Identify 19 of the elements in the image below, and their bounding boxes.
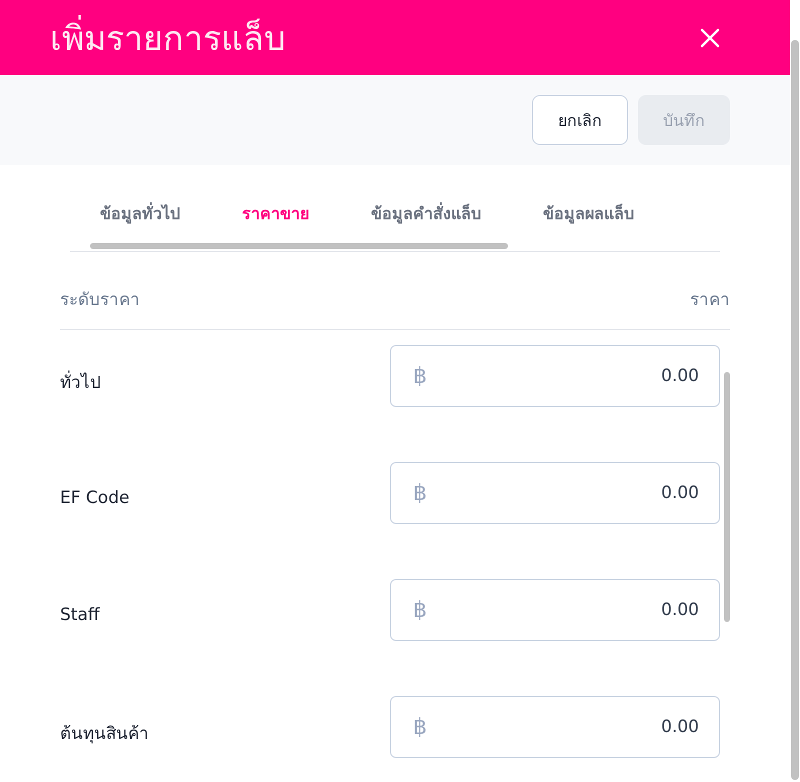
column-header: ราคา bbox=[690, 289, 730, 312]
close-icon[interactable] bbox=[700, 28, 720, 48]
scrollbar[interactable] bbox=[90, 243, 508, 249]
column-header: ระดับราคา bbox=[60, 289, 140, 312]
dialog-title: เพิ่มรายการแล็บ bbox=[50, 10, 286, 64]
price-input-field[interactable]: ฿ 0.00 bbox=[390, 462, 720, 524]
scrollbar[interactable] bbox=[724, 372, 730, 622]
tab[interactable]: ข้อมูลผลแล็บ bbox=[527, 193, 650, 245]
tab[interactable]: ข้อมูลทั่วไป bbox=[84, 193, 196, 245]
price-level-label: ต้นทุนสินค้า bbox=[60, 722, 149, 746]
price-level-label: ทั่วไป bbox=[60, 370, 101, 394]
price-level-label: Staff bbox=[60, 604, 100, 625]
scrollbar[interactable] bbox=[791, 40, 799, 780]
price-input-field[interactable]: ฿ 0.00 bbox=[390, 696, 720, 758]
price-input-field[interactable]: ฿ 0.00 bbox=[390, 579, 720, 641]
price-input-field[interactable]: ฿ 0.00 bbox=[390, 345, 720, 407]
price-level-label: EF Code bbox=[60, 487, 130, 508]
tab[interactable]: ข้อมูลคำสั่งแล็บ bbox=[355, 193, 497, 245]
action-button[interactable]: ยกเลิก bbox=[532, 95, 628, 145]
